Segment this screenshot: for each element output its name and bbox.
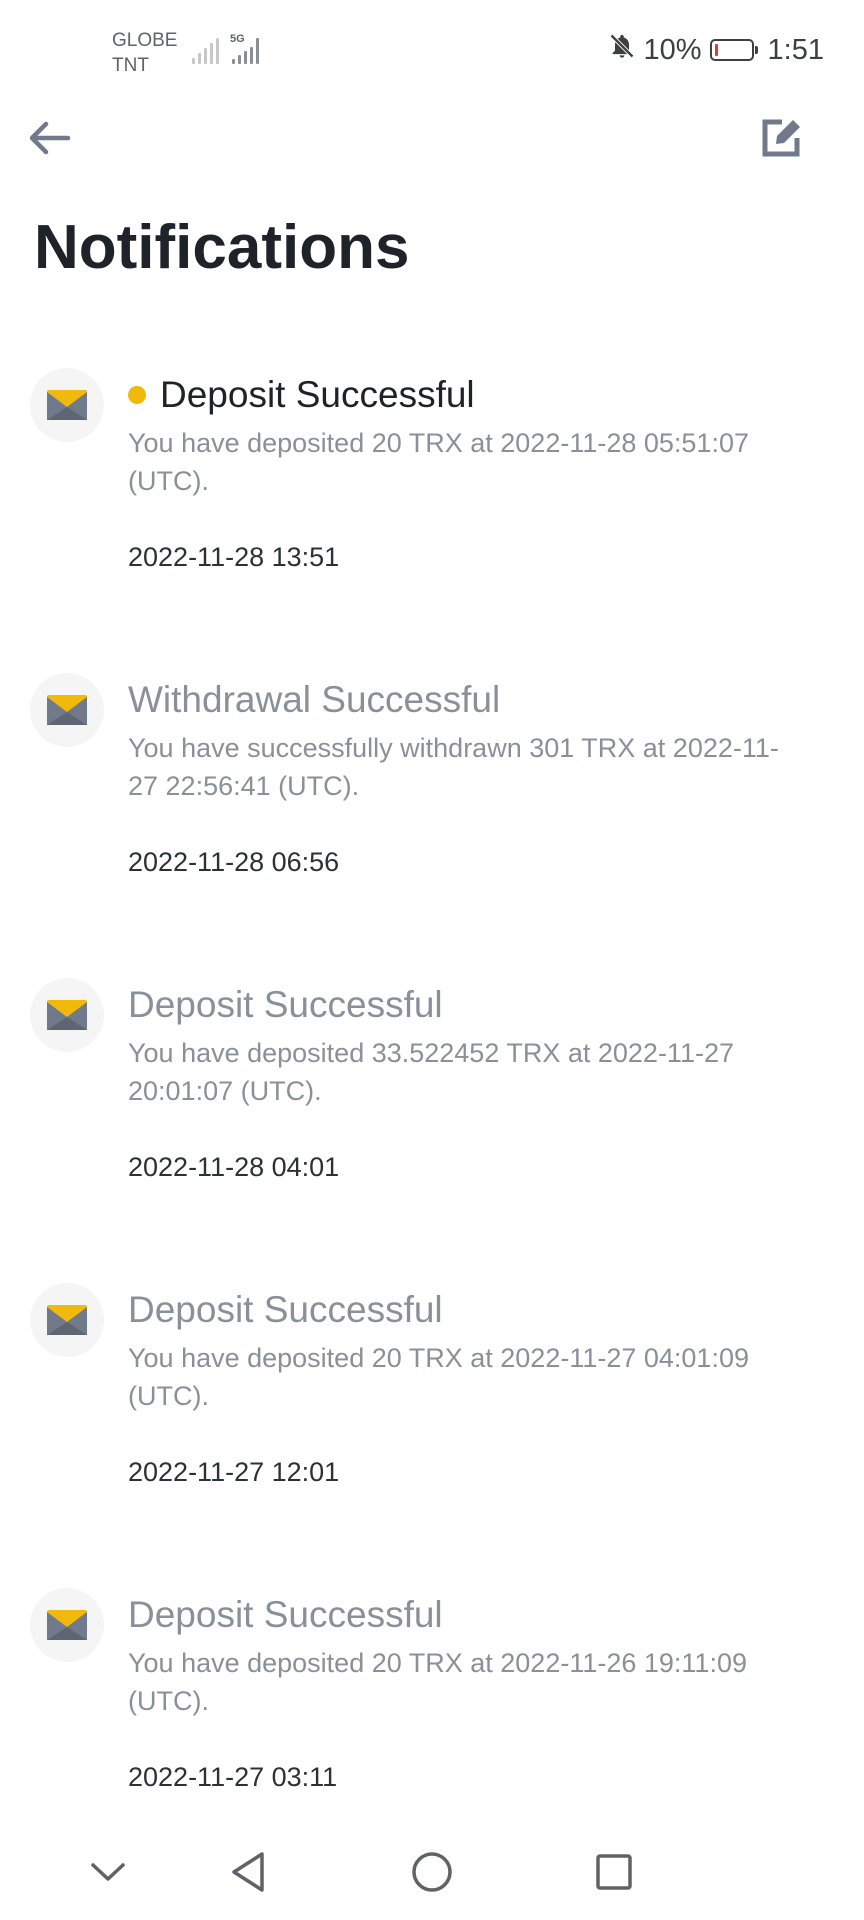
notification-item[interactable]: Deposit Successful You have deposited 20… (0, 356, 864, 661)
recent-square-icon (596, 1854, 632, 1890)
notification-time: 2022-11-27 03:11 (128, 1762, 338, 1792)
notification-title: Withdrawal Successful (128, 679, 501, 720)
notification-icon (30, 368, 104, 442)
clock: 1:51 (767, 33, 824, 66)
battery-level (714, 44, 718, 56)
carrier-line-1: GLOBE (112, 30, 178, 51)
envelope-icon (47, 695, 87, 725)
envelope-icon (47, 1610, 87, 1640)
notification-title: Deposit Successful (160, 374, 475, 415)
signal-strength-icon (192, 36, 219, 64)
page-title: Notifications (34, 213, 410, 282)
nav-home-button[interactable] (402, 1842, 462, 1902)
notification-body: You have deposited 20 TRX at 2022-11-26 … (128, 1648, 747, 1716)
nav-back-button[interactable] (218, 1842, 278, 1902)
chevron-down-icon (91, 1863, 125, 1881)
notification-time: 2022-11-27 12:01 (128, 1457, 340, 1487)
notification-body: You have successfully withdrawn 301 TRX … (128, 733, 779, 801)
notification-time: 2022-11-28 04:01 (128, 1152, 340, 1182)
unread-dot (128, 386, 146, 404)
envelope-icon (47, 390, 87, 420)
notification-title: Deposit Successful (128, 984, 443, 1025)
system-nav-bar (0, 1828, 864, 1920)
notification-list: Deposit Successful You have deposited 20… (0, 356, 864, 1881)
notification-title-row: Deposit Successful (128, 370, 824, 420)
notification-icon (30, 1283, 104, 1357)
battery-percent: 10% (643, 33, 702, 66)
envelope-icon (47, 1305, 87, 1335)
carrier-name: GLOBE TNT (112, 28, 177, 78)
edit-icon (762, 119, 800, 157)
notification-item[interactable]: Withdrawal Successful You have successfu… (0, 661, 864, 966)
back-triangle-icon (232, 1852, 264, 1892)
notification-title-row: Deposit Successful (128, 1590, 824, 1640)
notification-item[interactable]: Deposit Successful You have deposited 20… (0, 1271, 864, 1576)
status-bar: GLOBE TNT 5G 10% 1:51 (0, 0, 864, 100)
notification-title-row: Withdrawal Successful (128, 675, 824, 725)
carrier-line-2: TNT (112, 55, 149, 76)
notification-title-row: Deposit Successful (128, 980, 824, 1030)
notification-body: You have deposited 20 TRX at 2022-11-27 … (128, 1343, 749, 1411)
notification-icon (30, 1588, 104, 1662)
hide-nav-button[interactable] (78, 1842, 138, 1902)
envelope-icon (47, 1000, 87, 1030)
nav-recent-button[interactable] (584, 1842, 644, 1902)
notification-time: 2022-11-28 13:51 (128, 542, 340, 572)
status-indicators: 10% 1:51 (608, 32, 824, 68)
notification-body: You have deposited 33.522452 TRX at 2022… (128, 1038, 734, 1106)
notification-icon (30, 978, 104, 1052)
edit-button[interactable] (756, 112, 808, 164)
home-circle-icon (412, 1852, 452, 1892)
signal-strength-5g-icon (232, 38, 259, 64)
back-button[interactable] (24, 112, 76, 164)
notification-title: Deposit Successful (128, 1594, 443, 1635)
network-type-label: 5G (230, 33, 245, 45)
notification-body: You have deposited 20 TRX at 2022-11-28 … (128, 428, 749, 496)
notification-item[interactable]: Deposit Successful You have deposited 33… (0, 966, 864, 1271)
bell-off-icon (608, 32, 636, 68)
notification-title-row: Deposit Successful (128, 1285, 824, 1335)
notification-icon (30, 673, 104, 747)
battery-icon (709, 39, 758, 61)
notification-time: 2022-11-28 06:56 (128, 847, 340, 877)
notification-title: Deposit Successful (128, 1289, 443, 1330)
arrow-left-icon (29, 121, 71, 155)
